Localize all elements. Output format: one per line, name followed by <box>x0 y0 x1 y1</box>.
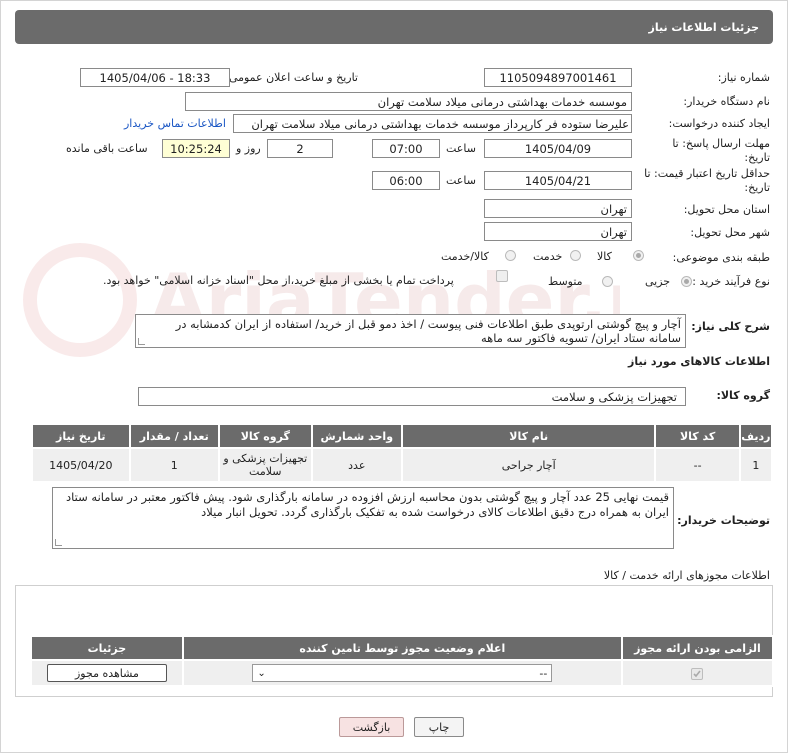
col-date: تاریخ نیاز <box>31 423 131 449</box>
page-title: جزئیات اطلاعات نیاز <box>648 21 760 34</box>
view-permit-button[interactable]: مشاهده مجوز <box>46 664 167 682</box>
cell-permit-status: -- ⌄ <box>181 659 623 687</box>
city-label: شهر محل تحویل: <box>690 226 770 239</box>
description-label: شرح کلی نیاز: <box>691 320 770 333</box>
table-row: 1 -- آچار جراحی عدد تجهیزات پزشکی و سلام… <box>31 447 774 483</box>
resize-handle-icon[interactable] <box>138 338 145 345</box>
cell-name: آچار جراحی <box>401 447 657 483</box>
category-radio-goods[interactable] <box>633 250 644 261</box>
col-name: نام کالا <box>401 423 657 449</box>
province-label: استان محل تحویل: <box>683 203 770 216</box>
col-permit-status: اعلام وضعیت مجوز توسط تامین کننده <box>181 635 623 661</box>
price-time-field: 06:00 <box>372 171 440 190</box>
buyer-org-field: موسسه خدمات بهداشتی درمانی میلاد سلامت ت… <box>185 92 632 111</box>
reply-date-field: 1405/04/09 <box>484 139 632 158</box>
cell-permit-details: مشاهده مجوز <box>30 659 184 687</box>
category-option-service: خدمت <box>533 250 563 263</box>
process-option-medium: متوسط <box>548 275 583 288</box>
resize-handle-icon[interactable] <box>55 539 62 546</box>
price-date-field: 1405/04/21 <box>484 171 632 190</box>
cell-group: تجهیزات پزشکی و سلامت <box>218 447 313 483</box>
permits-table: الزامی بودن ارائه مجوز اعلام وضعیت مجوز … <box>30 635 775 687</box>
permit-status-value: -- <box>539 666 548 680</box>
buyer-notes-text: قیمت نهایی 25 عدد آچار و پیچ گوشتی بدون … <box>66 490 669 519</box>
remaining-label: ساعت باقی مانده <box>66 142 148 155</box>
col-row: ردیف <box>738 423 774 449</box>
cell-qty: 1 <box>128 447 221 483</box>
announce-label: تاریخ و ساعت اعلان عمومی: <box>225 71 358 84</box>
col-permit-required: الزامی بودن ارائه مجوز <box>620 635 775 661</box>
buyer-notes-textarea[interactable]: قیمت نهایی 25 عدد آچار و پیچ گوشتی بدون … <box>52 487 674 549</box>
category-radio-goods-service[interactable] <box>505 250 516 261</box>
reply-time-field: 07:00 <box>372 139 440 158</box>
category-radio-service[interactable] <box>570 250 581 261</box>
buyer-contact-link[interactable]: اطلاعات تماس خریدار <box>124 117 226 130</box>
permits-table-header-row: الزامی بودن ارائه مجوز اعلام وضعیت مجوز … <box>30 635 775 661</box>
col-code: کد کالا <box>654 423 741 449</box>
goods-table: ردیف کد کالا نام کالا واحد شمارش گروه کا… <box>31 423 774 483</box>
cell-unit: عدد <box>310 447 404 483</box>
need-number-label: شماره نیاز: <box>717 71 770 84</box>
process-option-partial: جزیی <box>645 275 671 288</box>
goods-group-field: تجهیزات پزشکی و سلامت <box>138 387 686 406</box>
print-button[interactable]: چاپ <box>414 717 464 737</box>
goods-group-label: گروه کالا: <box>716 389 770 402</box>
process-label: نوع فرآیند خرید : <box>692 275 770 288</box>
col-unit: واحد شمارش <box>310 423 404 449</box>
need-number-field: 1105094897001461 <box>484 68 632 87</box>
category-label: طبقه بندی موضوعی: <box>672 251 770 264</box>
cell-date: 1405/04/20 <box>31 447 131 483</box>
chevron-down-icon: ⌄ <box>257 667 266 679</box>
goods-table-header-row: ردیف کد کالا نام کالا واحد شمارش گروه کا… <box>31 423 774 449</box>
check-icon <box>693 670 702 677</box>
days-field: 2 <box>267 139 333 158</box>
process-radio-partial[interactable] <box>681 276 692 287</box>
reply-time-label: ساعت <box>446 142 476 155</box>
category-option-goods: کالا <box>597 250 612 263</box>
city-field: تهران <box>484 222 632 241</box>
requester-label: ایجاد کننده درخواست: <box>668 117 770 130</box>
table-row: -- ⌄ مشاهده مجوز <box>30 659 775 687</box>
payment-text: پرداخت تمام یا بخشی از مبلغ خرید،از محل … <box>103 274 454 287</box>
price-validity-label: حداقل تاریخ اعتبار قیمت: تا تاریخ: <box>644 167 770 194</box>
buyer-notes-label: توضیحات خریدار: <box>677 514 770 527</box>
back-button[interactable]: بازگشت <box>339 717 404 737</box>
province-field: تهران <box>484 199 632 218</box>
col-group: گروه کالا <box>218 423 313 449</box>
header-bar: جزئیات اطلاعات نیاز <box>15 10 773 44</box>
buyer-org-label: نام دستگاه خریدار: <box>683 95 770 108</box>
cell-code: -- <box>654 447 741 483</box>
remaining-time-field: 10:25:24 <box>162 139 230 158</box>
category-option-goods-service: کالا/خدمت <box>441 250 489 263</box>
requester-field: علیرضا ستوده فر کارپرداز موسسه خدمات بهد… <box>233 114 632 133</box>
permits-section-title: اطلاعات مجوزهای ارائه خدمت / کالا <box>603 569 770 582</box>
description-text: آچار و پیچ گوشتی ارتوپدی طبق اطلاعات فنی… <box>175 317 681 345</box>
reply-deadline-label: مهلت ارسال پاسخ: تا تاریخ: <box>672 137 770 164</box>
permit-status-select[interactable]: -- ⌄ <box>252 664 553 682</box>
price-time-label: ساعت <box>446 174 476 187</box>
process-radio-medium[interactable] <box>602 276 613 287</box>
days-label: روز و <box>236 142 261 155</box>
announce-field: 1405/04/06 - 18:33 <box>80 68 230 87</box>
cell-permit-required <box>620 659 775 687</box>
description-textarea[interactable]: آچار و پیچ گوشتی ارتوپدی طبق اطلاعات فنی… <box>135 314 686 348</box>
col-permit-details: جزئیات <box>30 635 184 661</box>
cell-row: 1 <box>738 447 774 483</box>
permit-required-checkbox[interactable] <box>691 667 704 680</box>
col-qty: تعداد / مقدار <box>128 423 221 449</box>
goods-section-title: اطلاعات کالاهای مورد نیاز <box>628 355 770 368</box>
payment-checkbox[interactable] <box>496 270 508 282</box>
